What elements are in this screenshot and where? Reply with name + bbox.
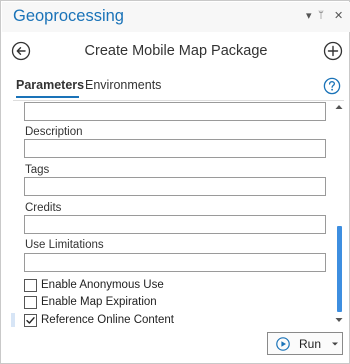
enable-map-expiration-checkbox[interactable] <box>24 295 37 309</box>
reference-online-content-option[interactable]: Reference Online Content <box>24 313 174 327</box>
scrollbar-thumb[interactable] <box>337 226 342 312</box>
description-label: Description <box>25 126 83 138</box>
enable-map-expiration-option[interactable]: Enable Map Expiration <box>24 295 157 309</box>
tab-environments[interactable]: Environments <box>85 78 161 92</box>
help-circle-icon <box>323 77 341 95</box>
reference-online-content-label: Reference Online Content <box>41 314 174 326</box>
add-button[interactable] <box>323 41 343 61</box>
tags-input[interactable] <box>24 177 326 196</box>
back-button[interactable] <box>11 41 31 61</box>
pane-title: Geoprocessing <box>13 7 124 25</box>
back-arrow-circle-icon <box>11 41 31 61</box>
active-tab-indicator <box>16 96 79 98</box>
scroll-up-arrow-icon[interactable] <box>334 102 344 112</box>
description-input[interactable] <box>24 139 326 158</box>
parameters-panel: Description Tags Credits Use Limitations… <box>1 101 335 329</box>
geoprocessing-pane: Geoprocessing ▾ ᛘ ✕ Create Mobile Map Pa… <box>0 0 350 364</box>
reference-online-content-checkbox[interactable] <box>24 313 37 327</box>
scroll-down-arrow-icon[interactable] <box>334 315 344 325</box>
credits-input[interactable] <box>24 215 326 234</box>
pin-icon[interactable]: ᛘ <box>318 9 324 23</box>
run-button[interactable]: Run <box>267 332 343 355</box>
play-circle-icon <box>276 336 290 351</box>
tab-parameters[interactable]: Parameters <box>16 78 84 92</box>
credits-label: Credits <box>25 202 62 214</box>
enable-anonymous-use-checkbox[interactable] <box>24 278 37 292</box>
add-circle-icon <box>323 41 343 61</box>
previous-field-input[interactable] <box>24 102 326 121</box>
use-limitations-label: Use Limitations <box>25 239 104 251</box>
use-limitations-input[interactable] <box>24 253 326 272</box>
run-label: Run <box>299 336 322 351</box>
pane-header: Geoprocessing ▾ ᛘ ✕ <box>2 2 350 32</box>
checkmark-icon <box>26 316 35 324</box>
run-options-dropdown-icon[interactable] <box>331 341 339 347</box>
tool-title: Create Mobile Map Package <box>84 43 268 59</box>
pane-options-dropdown-icon[interactable]: ▾ <box>306 9 312 23</box>
selected-row-marker <box>11 313 15 327</box>
enable-anonymous-use-label: Enable Anonymous Use <box>41 279 164 291</box>
enable-anonymous-use-option[interactable]: Enable Anonymous Use <box>24 278 164 292</box>
tags-label: Tags <box>25 164 50 176</box>
close-icon[interactable]: ✕ <box>334 9 343 23</box>
help-button[interactable] <box>323 77 341 95</box>
enable-map-expiration-label: Enable Map Expiration <box>41 296 157 308</box>
